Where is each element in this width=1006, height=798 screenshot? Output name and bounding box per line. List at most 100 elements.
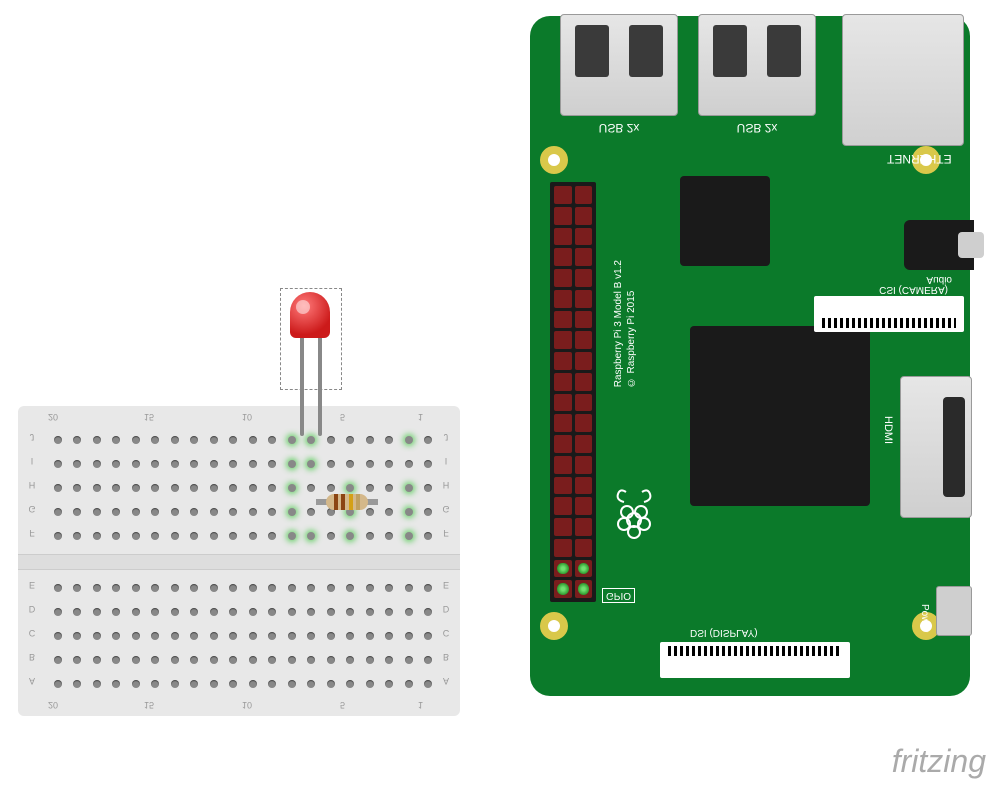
breadboard-hole [54,680,62,688]
breadboard-hole [288,460,296,468]
breadboard-hole [229,680,237,688]
breadboard-hole [346,532,354,540]
breadboard-hole [405,460,413,468]
breadboard-hole [93,436,101,444]
breadboard-hole [307,460,315,468]
breadboard-hole [327,584,335,592]
usb-label: USB 2x [561,121,677,135]
breadboard-hole [268,584,276,592]
gpio-pin [554,248,572,266]
gpio-pin [575,311,593,329]
breadboard-hole [112,608,120,616]
breadboard-hole [171,608,179,616]
breadboard-hole [327,632,335,640]
breadboard-row-label: C [440,628,452,638]
raspberry-pi-logo-icon [612,486,656,550]
breadboard-hole [210,508,218,516]
breadboard-hole [132,532,140,540]
power-label: Power [919,604,930,632]
gpio-pin [575,560,593,578]
breadboard-hole [93,656,101,664]
breadboard-hole [268,460,276,468]
wires-layer [0,0,300,150]
breadboard-hole [73,608,81,616]
breadboard-hole [112,680,120,688]
breadboard-hole [405,436,413,444]
led-leg [300,336,304,436]
breadboard-hole [171,584,179,592]
ethernet-port [842,14,964,146]
breadboard-hole [268,532,276,540]
breadboard-hole [327,484,335,492]
breadboard-hole [307,436,315,444]
breadboard-hole [171,680,179,688]
gpio-pin [575,269,593,287]
breadboard-hole [73,656,81,664]
breadboard-hole [112,436,120,444]
breadboard-hole [307,680,315,688]
gpio-pin [575,228,593,246]
resistor-band [334,494,338,510]
board-model-text: Raspberry Pi 3 Model B v1.2 © Raspberry … [612,260,638,387]
resistor-band [341,494,345,510]
breadboard-hole [268,608,276,616]
breadboard-hole [190,460,198,468]
breadboard-hole [249,680,257,688]
breadboard-hole [346,484,354,492]
breadboard-hole [405,680,413,688]
breadboard-hole [112,584,120,592]
breadboard-hole [288,532,296,540]
breadboard-hole [366,584,374,592]
gpio-pin [575,207,593,225]
breadboard-hole [424,484,432,492]
micro-usb-power [936,586,972,636]
gpio-pin [554,373,572,391]
breadboard-hole [288,436,296,444]
breadboard-hole [93,584,101,592]
breadboard-hole [424,656,432,664]
breadboard-hole [132,508,140,516]
gpio-pin [575,373,593,391]
breadboard-hole [210,608,218,616]
gpio-pin [575,331,593,349]
breadboard-hole [268,436,276,444]
breadboard-row-label: J [440,432,452,442]
breadboard-hole [229,484,237,492]
breadboard-hole [190,508,198,516]
gpio-pin [575,248,593,266]
breadboard-hole [424,680,432,688]
breadboard-hole [93,460,101,468]
chip-icon [680,176,770,266]
breadboard-hole [132,460,140,468]
gpio-pin [554,539,572,557]
gpio-pin [554,477,572,495]
breadboard-hole [288,484,296,492]
gpio-pin [554,186,572,204]
red-led-icon [290,292,330,338]
gpio-pin [554,414,572,432]
breadboard-hole [346,460,354,468]
breadboard-hole [307,484,315,492]
soc-chip-icon [690,326,870,506]
breadboard-hole [132,436,140,444]
breadboard-row-label: G [26,504,38,514]
gpio-pin [554,228,572,246]
breadboard-hole [307,584,315,592]
gpio-pin [554,352,572,370]
breadboard-col-label: 15 [144,700,154,710]
breadboard-hole [327,532,335,540]
breadboard-hole [151,608,159,616]
breadboard-hole [385,680,393,688]
gpio-pin [575,539,593,557]
breadboard-hole [54,584,62,592]
breadboard-hole [93,632,101,640]
breadboard-hole [424,532,432,540]
breadboard-hole [112,508,120,516]
breadboard-hole [151,484,159,492]
breadboard-hole [385,584,393,592]
breadboard-hole [405,608,413,616]
breadboard-hole [424,508,432,516]
gpio-pin [554,331,572,349]
breadboard-hole [268,508,276,516]
gpio-pin [554,435,572,453]
